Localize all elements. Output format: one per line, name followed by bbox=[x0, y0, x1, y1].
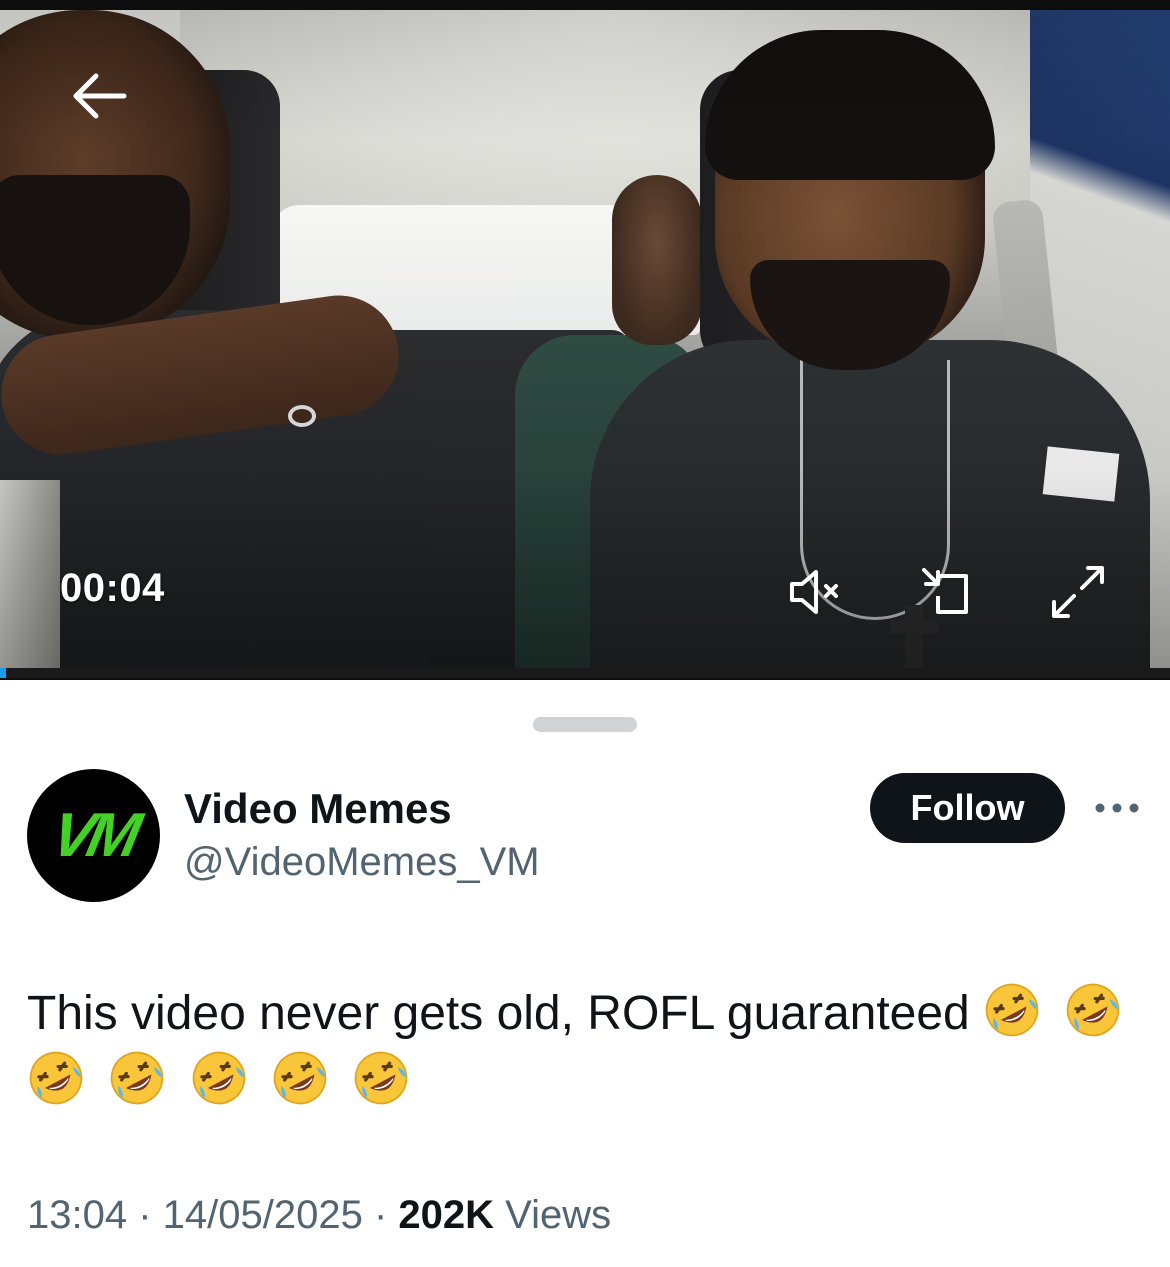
video-progress-fill bbox=[0, 668, 6, 678]
meta-separator: · bbox=[127, 1193, 163, 1237]
views-count[interactable]: 202K bbox=[398, 1193, 494, 1237]
tweet-meta: 13:04 · 14/05/2025 · 202K Views bbox=[27, 1193, 611, 1238]
picture-in-picture-icon bbox=[922, 568, 968, 614]
speaker-muted-icon bbox=[790, 570, 838, 614]
rofl-emoji-icon bbox=[355, 1051, 408, 1105]
meta-separator: · bbox=[362, 1193, 399, 1237]
more-options-button[interactable] bbox=[1092, 790, 1142, 826]
fullscreen-button[interactable] bbox=[1046, 560, 1110, 624]
rofl-emoji-icon bbox=[273, 1051, 327, 1105]
video-shade bbox=[0, 10, 1170, 668]
back-button[interactable] bbox=[62, 66, 134, 126]
video-frame[interactable] bbox=[0, 10, 1170, 668]
avatar-logo: VM bbox=[45, 801, 142, 870]
video-timestamp: 00:04 bbox=[60, 566, 165, 610]
author-name[interactable]: Video Memes bbox=[184, 785, 452, 833]
avatar[interactable]: VM bbox=[27, 769, 160, 902]
rofl-emoji-icon bbox=[985, 983, 1039, 1037]
video-player[interactable]: 00:04 bbox=[0, 0, 1170, 680]
follow-button[interactable]: Follow bbox=[870, 773, 1065, 843]
rofl-emoji-icon bbox=[1067, 983, 1120, 1037]
tweet-time: 13:04 bbox=[27, 1193, 128, 1237]
rofl-emoji-icon bbox=[192, 1051, 245, 1105]
author-handle[interactable]: @VideoMemes_VM bbox=[184, 840, 540, 885]
tweet-date: 14/05/2025 bbox=[162, 1193, 363, 1237]
picture-in-picture-button[interactable] bbox=[914, 560, 978, 624]
video-progress-bar[interactable] bbox=[0, 668, 1170, 678]
more-horizontal-icon bbox=[1095, 803, 1139, 813]
tweet-text: This video never gets old, ROFL guarante… bbox=[27, 980, 1137, 1116]
rofl-emoji-icon bbox=[29, 1051, 83, 1105]
rofl-emoji-icon bbox=[111, 1051, 164, 1105]
sheet-grabber-handle[interactable] bbox=[533, 717, 637, 732]
views-label[interactable]: Views bbox=[505, 1193, 611, 1237]
tweet-text-body: This video never gets old, ROFL guarante… bbox=[27, 987, 970, 1040]
mute-button[interactable] bbox=[784, 560, 848, 624]
tweet-detail-screen: 00:04 VM Video Memes @VideoMemes_VM Foll… bbox=[0, 0, 1170, 1267]
expand-icon bbox=[1052, 566, 1104, 618]
arrow-left-icon bbox=[73, 73, 127, 119]
